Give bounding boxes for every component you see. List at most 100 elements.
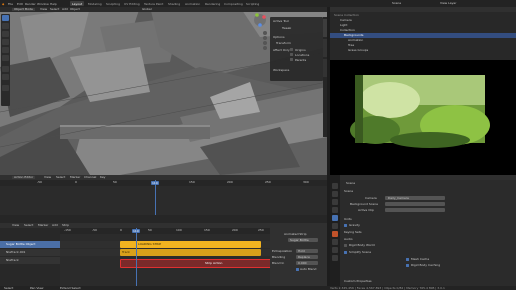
orientation-dropdown[interactable]: Global [142,8,152,11]
blend-in-field[interactable]: 0.000 [296,261,318,265]
blender-logo-icon[interactable]: ◆ [2,2,4,6]
tab-view[interactable] [323,39,327,57]
menu-edit[interactable]: Edit [17,2,23,6]
tab-layout[interactable]: Layout [70,1,85,6]
nla-track-row[interactable]: Sugar Bottle Object [0,241,60,248]
loading-strip[interactable]: LOADING STRIP [120,241,261,248]
nla-menu-marker[interactable]: Marker [38,224,48,227]
tab-tool[interactable] [323,19,327,37]
cursor-tool[interactable] [2,23,9,29]
render-tab-icon[interactable] [332,191,338,197]
camera-view-icon[interactable] [263,41,267,45]
nla-track-row[interactable]: NlaTrack.001 [0,249,60,256]
transform-tool[interactable] [2,55,9,61]
tab-rendering[interactable]: Rendering [203,1,222,6]
world-tab-icon[interactable] [332,223,338,229]
ae-menu-key[interactable]: Key [100,176,105,179]
scale-tool[interactable] [2,47,9,53]
custom-properties-panel[interactable]: Custom Properties [344,280,372,283]
scene-panel-heading[interactable]: Scene [344,190,353,193]
nla-editor[interactable]: View Select Marker Add Strip Sugar Bottl… [0,223,327,290]
strip-name-field[interactable]: Sugar Bottle [288,238,318,242]
simplify-panel[interactable]: Simplify Scene [349,251,371,254]
nla-playhead[interactable] [136,228,137,290]
physics-tab-icon[interactable] [332,255,338,261]
locations-checkbox[interactable] [290,53,293,56]
ae-menu-marker[interactable]: Marker [70,176,80,179]
ae-menu-channel[interactable]: Channel [84,176,96,179]
ae-menu-select[interactable]: Select [56,176,65,179]
active-clip-field[interactable] [385,208,445,212]
measure-tool[interactable] [2,74,9,80]
action-strip-selected[interactable]: Strip Action [120,259,272,268]
options-heading[interactable]: Options [273,36,285,39]
object-tab-icon[interactable] [332,231,338,237]
parents-checkbox[interactable] [290,58,293,61]
ae-ruler[interactable]: -50 0 50 100 150 200 250 300 [0,180,327,186]
nla-ruler[interactable]: -150 -50 0 50 100 150 200 250 [60,228,270,234]
output-tab-icon[interactable] [332,199,338,205]
origins-checkbox[interactable] [290,48,293,51]
auto-blend-checkbox[interactable] [296,268,299,271]
ae-scrollbar[interactable] [0,215,327,223]
camera-field[interactable]: Daily_Camera [385,196,445,200]
modifiers-tab-icon[interactable] [332,239,338,245]
ae-menu-view[interactable]: View [44,176,51,179]
gravity-panel[interactable]: Gravity [349,224,360,227]
tab-sculpting[interactable]: Sculpting [104,1,122,6]
viewport-menu-select[interactable]: Select [50,8,59,11]
gravity-checkbox[interactable] [344,224,347,227]
tab-item[interactable] [323,59,327,77]
view-layer-selector[interactable]: View Layer [440,2,456,5]
transform-heading[interactable]: Transform [276,42,291,45]
move-tool[interactable] [2,31,9,37]
view-layer-tab-icon[interactable] [332,207,338,213]
audio-panel[interactable]: Audio [344,238,353,241]
nla-menu-view[interactable]: View [12,224,19,227]
rigid-cache-checkbox[interactable] [406,264,409,267]
rigid-body-panel[interactable]: Rigid Body World [349,244,375,247]
action-editor[interactable]: Action Editor View Select Marker Channel… [0,175,327,223]
menu-window[interactable]: Window [37,2,49,6]
add-cube-tool[interactable] [2,85,9,91]
tab-modeling[interactable]: Modeling [86,1,104,6]
keying-sets-panel[interactable]: Keying Sets [344,231,362,234]
menu-render[interactable]: Render [25,2,36,6]
editor-mode-dropdown[interactable]: Action Editor [12,176,36,179]
menu-file[interactable]: File [8,2,13,6]
nla-menu-add[interactable]: Add [52,224,58,227]
outliner-row[interactable]: Grass Groups [330,48,516,53]
viewport-menu-add[interactable]: Add [62,8,68,11]
tool-tab-icon[interactable] [332,183,338,189]
nla-menu-select[interactable]: Select [24,224,33,227]
tab-uv-editing[interactable]: UV Editing [122,1,142,6]
viewport-menu-object[interactable]: Object [70,8,80,11]
tab-texture-paint[interactable]: Texture Paint [142,1,165,6]
ortho-toggle-icon[interactable] [263,46,267,50]
rotate-tool[interactable] [2,39,9,45]
scene-tab-icon[interactable] [332,215,338,221]
tab-shading[interactable]: Shading [166,1,182,6]
units-panel[interactable]: Units [344,218,352,221]
nla-menu-strip[interactable]: Strip [62,224,69,227]
viewport-menu-view[interactable]: View [40,8,47,11]
extrapolation-dropdown[interactable]: Hold [296,249,318,253]
object-mode-dropdown[interactable]: Object Mode [12,8,35,11]
pan-icon[interactable] [263,36,267,40]
tweak-tool-label[interactable]: Tweak [282,27,291,30]
tab-compositing[interactable]: Compositing [222,1,245,6]
annotate-tool[interactable] [2,66,9,72]
tab-animation[interactable]: Animation [183,1,202,6]
particles-tab-icon[interactable] [332,247,338,253]
menu-help[interactable]: Help [50,2,57,6]
tab-scripting[interactable]: Scripting [244,1,261,6]
camera-preview[interactable] [330,60,516,175]
blending-dropdown[interactable]: Replace [296,255,318,259]
nla-track-row[interactable]: NlaTrack [0,257,60,264]
workspace-heading[interactable]: Workspace [273,69,289,72]
select-box-tool[interactable] [2,15,9,21]
background-scene-field[interactable] [385,202,445,206]
mesh-cache-checkbox[interactable] [406,258,409,261]
zoom-icon[interactable] [263,31,267,35]
rigid-body-checkbox[interactable] [344,244,347,247]
